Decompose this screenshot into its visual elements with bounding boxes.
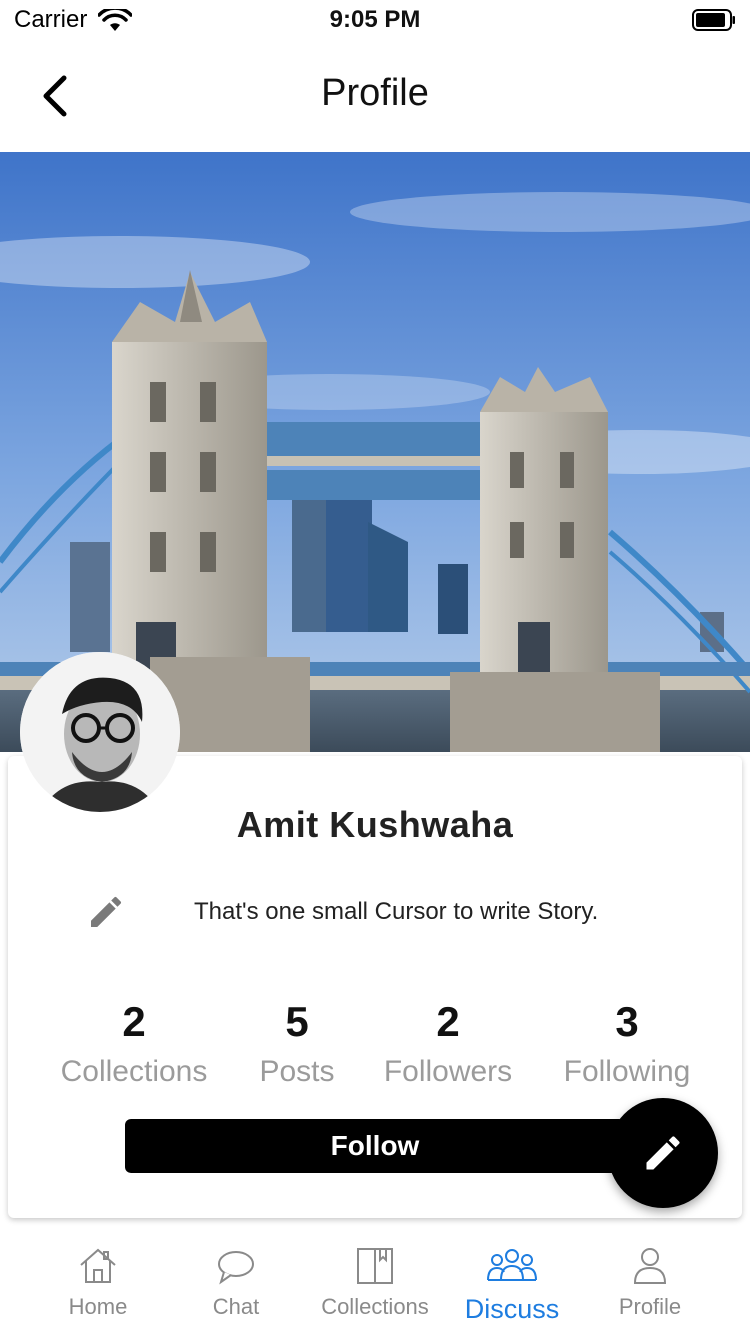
avatar[interactable]	[20, 652, 180, 812]
home-icon	[80, 1248, 116, 1283]
battery-icon	[692, 9, 735, 31]
book-icon	[357, 1248, 393, 1284]
avatar-photo	[20, 652, 180, 812]
tab-label: Home	[68, 1294, 128, 1319]
edit-pencil-icon[interactable]	[86, 892, 126, 932]
stat-label: Following	[563, 1055, 691, 1088]
stat-value: 2	[122, 998, 146, 1045]
chat-bubble-icon	[218, 1251, 254, 1285]
pencil-icon	[646, 1136, 680, 1170]
stat-followers[interactable]: 2 Followers	[376, 996, 520, 1096]
tab-label: Collections	[321, 1294, 429, 1319]
navigation-bar: Profile	[0, 40, 750, 152]
stat-label: Followers	[383, 1055, 513, 1088]
stat-label: Collections	[60, 1055, 208, 1088]
profile-name: Amit Kushwaha	[236, 804, 514, 845]
stat-collections[interactable]: 2 Collections	[56, 996, 212, 1096]
status-bar: Carrier 9:05 PM	[0, 0, 750, 40]
tab-collections[interactable]: Collections	[300, 1244, 450, 1320]
compose-fab[interactable]	[608, 1098, 718, 1208]
tab-profile[interactable]: Profile	[575, 1244, 725, 1320]
tab-chat[interactable]: Chat	[161, 1244, 311, 1320]
clock: 9:05 PM	[329, 6, 421, 33]
tab-label: Discuss	[464, 1294, 560, 1324]
profile-bio: That's one small Cursor to write Story.	[194, 898, 599, 925]
group-icon	[487, 1249, 537, 1281]
stat-value: 3	[615, 998, 639, 1045]
person-icon	[633, 1248, 667, 1284]
tab-label: Profile	[618, 1294, 682, 1319]
stat-value: 5	[285, 998, 309, 1045]
tab-discuss[interactable]: Discuss	[437, 1244, 587, 1325]
stat-label: Posts	[259, 1055, 335, 1088]
stat-posts[interactable]: 5 Posts	[232, 996, 362, 1096]
tab-home[interactable]: Home	[23, 1244, 173, 1320]
page-title: Profile	[321, 72, 429, 114]
tab-bar: Home Chat Collections Discuss Profile	[0, 1230, 750, 1334]
follow-button[interactable]: Follow	[125, 1119, 625, 1173]
stat-value: 2	[436, 998, 460, 1045]
tab-label: Chat	[212, 1294, 260, 1319]
stat-following[interactable]: 3 Following	[552, 996, 702, 1096]
